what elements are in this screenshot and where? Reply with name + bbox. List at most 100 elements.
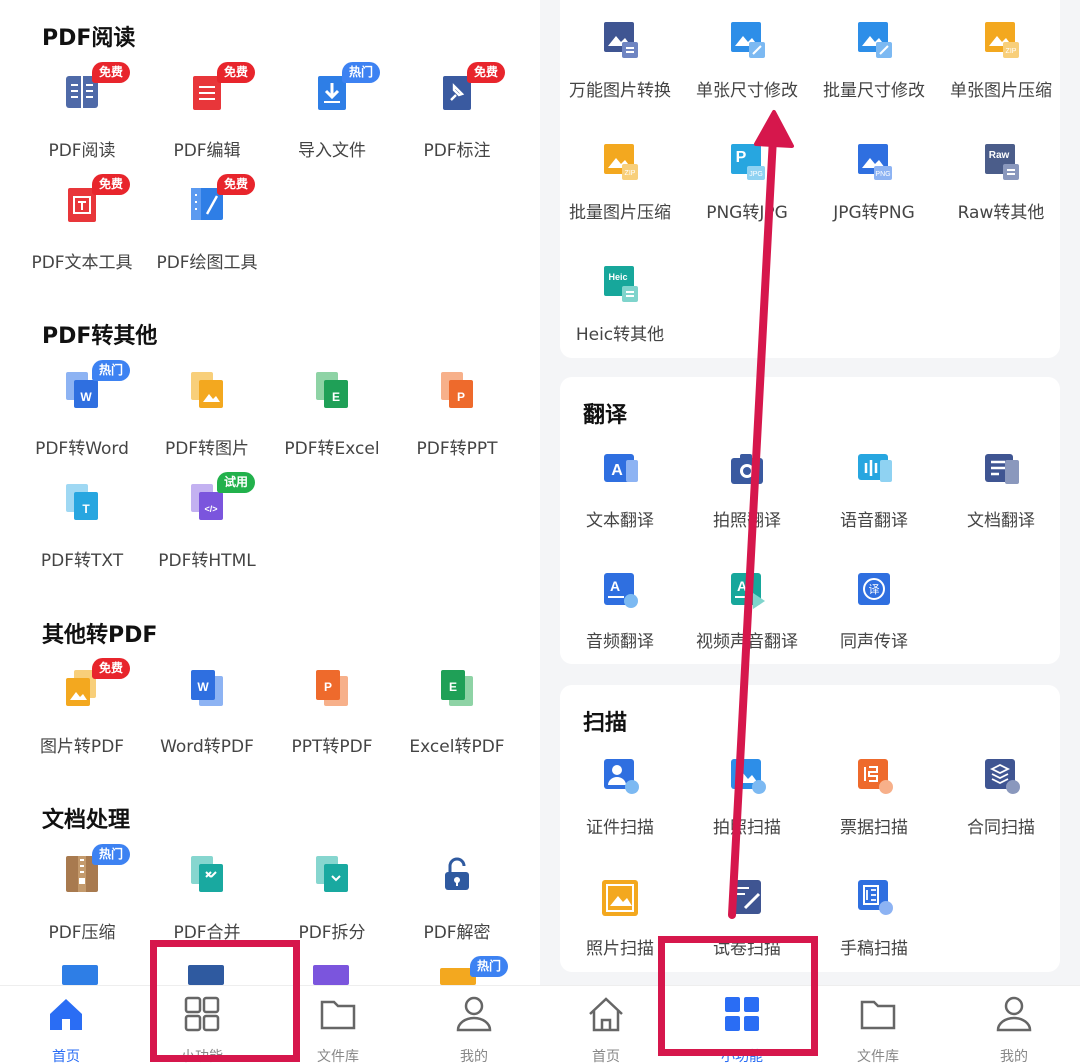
receipt-scan-icon bbox=[858, 759, 893, 794]
exam-scan-icon bbox=[731, 880, 761, 914]
tab-files[interactable]: 文件库 bbox=[828, 986, 928, 1063]
tool-simultaneous-translate[interactable]: 译 同声传译 bbox=[810, 571, 938, 671]
raw-icon: Raw bbox=[985, 144, 1019, 180]
photo-scan-icon bbox=[731, 759, 766, 794]
tool-word-to-pdf[interactable]: W Word转PDF bbox=[143, 668, 271, 768]
tool-pdf-to-image[interactable]: PDF转图片 bbox=[143, 370, 271, 470]
tool-pdf-merge[interactable]: PDF合并 bbox=[143, 854, 271, 954]
tool-pdf-text[interactable]: 免费 PDF文本工具 bbox=[18, 174, 146, 284]
tool-image-convert[interactable]: 万能图片转换 bbox=[556, 20, 684, 120]
home-icon bbox=[50, 999, 82, 1030]
home-screen: PDF阅读 PDF转其他 其他转PDF 文档处理 免费 PDF阅读 免费 PDF… bbox=[0, 0, 540, 1063]
tool-pdf-read[interactable]: 免费 PDF阅读 bbox=[18, 62, 146, 172]
badge-free: 免费 bbox=[217, 174, 256, 195]
tool-receipt-scan[interactable]: 票据扫描 bbox=[810, 757, 938, 857]
tool-label: PDF解密 bbox=[423, 923, 491, 943]
tool-audio-translate[interactable]: A 音频翻译 bbox=[556, 571, 684, 671]
tab-home[interactable]: 首页 bbox=[16, 986, 116, 1063]
merge-icon bbox=[191, 856, 223, 892]
image-resize-icon bbox=[731, 22, 765, 58]
svg-text:W: W bbox=[197, 680, 209, 694]
svg-text:译: 译 bbox=[869, 583, 880, 596]
pdf-to-excel-icon: E bbox=[316, 372, 348, 408]
svg-text:W: W bbox=[80, 390, 92, 404]
tab-label: 首页 bbox=[592, 1049, 620, 1063]
tab-mine[interactable]: 我的 bbox=[424, 986, 524, 1063]
tool-label: 合同扫描 bbox=[967, 818, 1035, 838]
pdf-to-ppt-icon: P bbox=[441, 372, 473, 408]
svg-text:T: T bbox=[82, 502, 90, 516]
svg-text:A: A bbox=[737, 578, 747, 594]
person-icon bbox=[456, 996, 492, 1032]
tool-text-translate[interactable]: A 文本翻译 bbox=[556, 450, 684, 550]
batch-resize-icon bbox=[858, 22, 892, 58]
pdf-to-txt-icon: T bbox=[66, 484, 98, 520]
word-to-pdf-icon: W bbox=[191, 670, 223, 706]
tool-label: Heic转其他 bbox=[575, 325, 665, 345]
badge-free: 免费 bbox=[217, 62, 256, 83]
tool-pdf-to-ppt[interactable]: P PDF转PPT bbox=[393, 370, 521, 470]
tool-import-file[interactable]: 热门 导入文件 bbox=[268, 62, 396, 172]
tool-jpg-to-png[interactable]: PNG JPG转PNG bbox=[810, 142, 938, 242]
tool-pdf-compress[interactable]: 热门 PDF压缩 bbox=[18, 844, 146, 954]
tool-label: 手稿扫描 bbox=[840, 939, 908, 959]
tool-doc-translate[interactable]: 文档翻译 bbox=[937, 450, 1065, 550]
tool-contract-scan[interactable]: 合同扫描 bbox=[937, 757, 1065, 857]
tool-pdf-annotate[interactable]: 免费 PDF标注 bbox=[393, 62, 521, 172]
tool-excel-to-pdf[interactable]: E Excel转PDF bbox=[393, 668, 521, 768]
tab-files[interactable]: 文件库 bbox=[288, 986, 388, 1063]
tool-label: Excel转PDF bbox=[409, 737, 505, 757]
tab-home[interactable]: 首页 bbox=[556, 986, 656, 1063]
section-title-scan: 扫描 bbox=[583, 711, 628, 736]
partial-tool-icon bbox=[62, 965, 98, 985]
tool-image-zip[interactable]: ZIP 单张图片压缩 bbox=[937, 20, 1065, 120]
highlight-box bbox=[658, 936, 818, 1056]
tool-pdf-draw[interactable]: 免费 PDF绘图工具 bbox=[143, 174, 271, 284]
tool-image-to-pdf[interactable]: 免费 图片转PDF bbox=[18, 658, 146, 768]
tool-voice-translate[interactable]: 语音翻译 bbox=[810, 450, 938, 550]
tool-image-resize[interactable]: 单张尺寸修改 bbox=[683, 20, 811, 120]
tab-mine[interactable]: 我的 bbox=[964, 986, 1064, 1063]
doc-translate-icon bbox=[985, 454, 1019, 484]
tool-label: PDF转HTML bbox=[158, 551, 256, 571]
tab-label: 我的 bbox=[460, 1049, 488, 1063]
tool-camera-translate[interactable]: 拍照翻译 bbox=[683, 450, 811, 550]
tab-label: 文件库 bbox=[317, 1049, 359, 1063]
badge-hot: 热门 bbox=[92, 360, 131, 381]
tool-pdf-split[interactable]: PDF拆分 bbox=[268, 854, 396, 954]
video-translate-icon: A bbox=[731, 573, 765, 609]
badge-hot: 热门 bbox=[342, 62, 381, 83]
tool-batch-zip[interactable]: ZIP 批量图片压缩 bbox=[556, 142, 684, 242]
tool-raw-convert[interactable]: Raw Raw转其他 bbox=[937, 142, 1065, 242]
tool-label: PDF绘图工具 bbox=[156, 253, 258, 273]
tab-label: 首页 bbox=[52, 1049, 80, 1063]
badge-hot: 热门 bbox=[470, 956, 509, 977]
folder-icon bbox=[320, 1000, 356, 1030]
folder-icon bbox=[860, 1000, 896, 1030]
badge-hot: 热门 bbox=[92, 844, 131, 865]
tool-video-translate[interactable]: A 视频声音翻译 bbox=[683, 571, 811, 671]
tab-label: 我的 bbox=[1000, 1049, 1028, 1063]
tool-pdf-to-html[interactable]: </> 试用 PDF转HTML bbox=[143, 472, 271, 582]
tool-manuscript-scan[interactable]: 手稿扫描 bbox=[810, 878, 938, 978]
tool-batch-resize[interactable]: 批量尺寸修改 bbox=[810, 20, 938, 120]
svg-text:P: P bbox=[736, 149, 747, 166]
heic-icon: Heic bbox=[604, 266, 638, 302]
tool-id-scan[interactable]: 证件扫描 bbox=[556, 757, 684, 857]
tool-pdf-to-excel[interactable]: E PDF转Excel bbox=[268, 370, 396, 470]
tool-ppt-to-pdf[interactable]: P PPT转PDF bbox=[268, 668, 396, 768]
tool-label: 文档翻译 bbox=[967, 511, 1035, 531]
split-icon bbox=[316, 856, 348, 892]
tool-png-to-jpg[interactable]: P JPG PNG转JPG bbox=[683, 142, 811, 242]
tool-heic-convert[interactable]: Heic Heic转其他 bbox=[556, 264, 684, 364]
tool-label: Raw转其他 bbox=[957, 203, 1045, 223]
manuscript-scan-icon bbox=[858, 880, 893, 915]
batch-zip-icon: ZIP bbox=[604, 144, 638, 180]
tool-pdf-to-word[interactable]: W 热门 PDF转Word bbox=[18, 360, 146, 470]
svg-text:E: E bbox=[332, 390, 340, 404]
pdf-to-image-icon bbox=[191, 372, 223, 408]
tool-pdf-edit[interactable]: 免费 PDF编辑 bbox=[143, 62, 271, 172]
tool-photo-scan[interactable]: 拍照扫描 bbox=[683, 757, 811, 857]
tool-pdf-decrypt[interactable]: PDF解密 bbox=[393, 854, 521, 954]
tool-pdf-to-txt[interactable]: T PDF转TXT bbox=[18, 482, 146, 582]
